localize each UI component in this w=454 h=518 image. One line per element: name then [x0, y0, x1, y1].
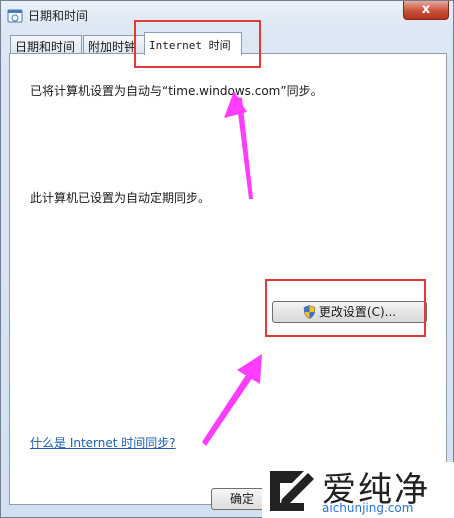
brand-logo-icon [266, 467, 316, 513]
watermark-url: aichunjing.com [322, 501, 414, 515]
annotation-arrows [202, 91, 262, 446]
watermark: 爱纯净 aichunjing.com [262, 462, 454, 518]
arrow-to-button [202, 372, 253, 446]
